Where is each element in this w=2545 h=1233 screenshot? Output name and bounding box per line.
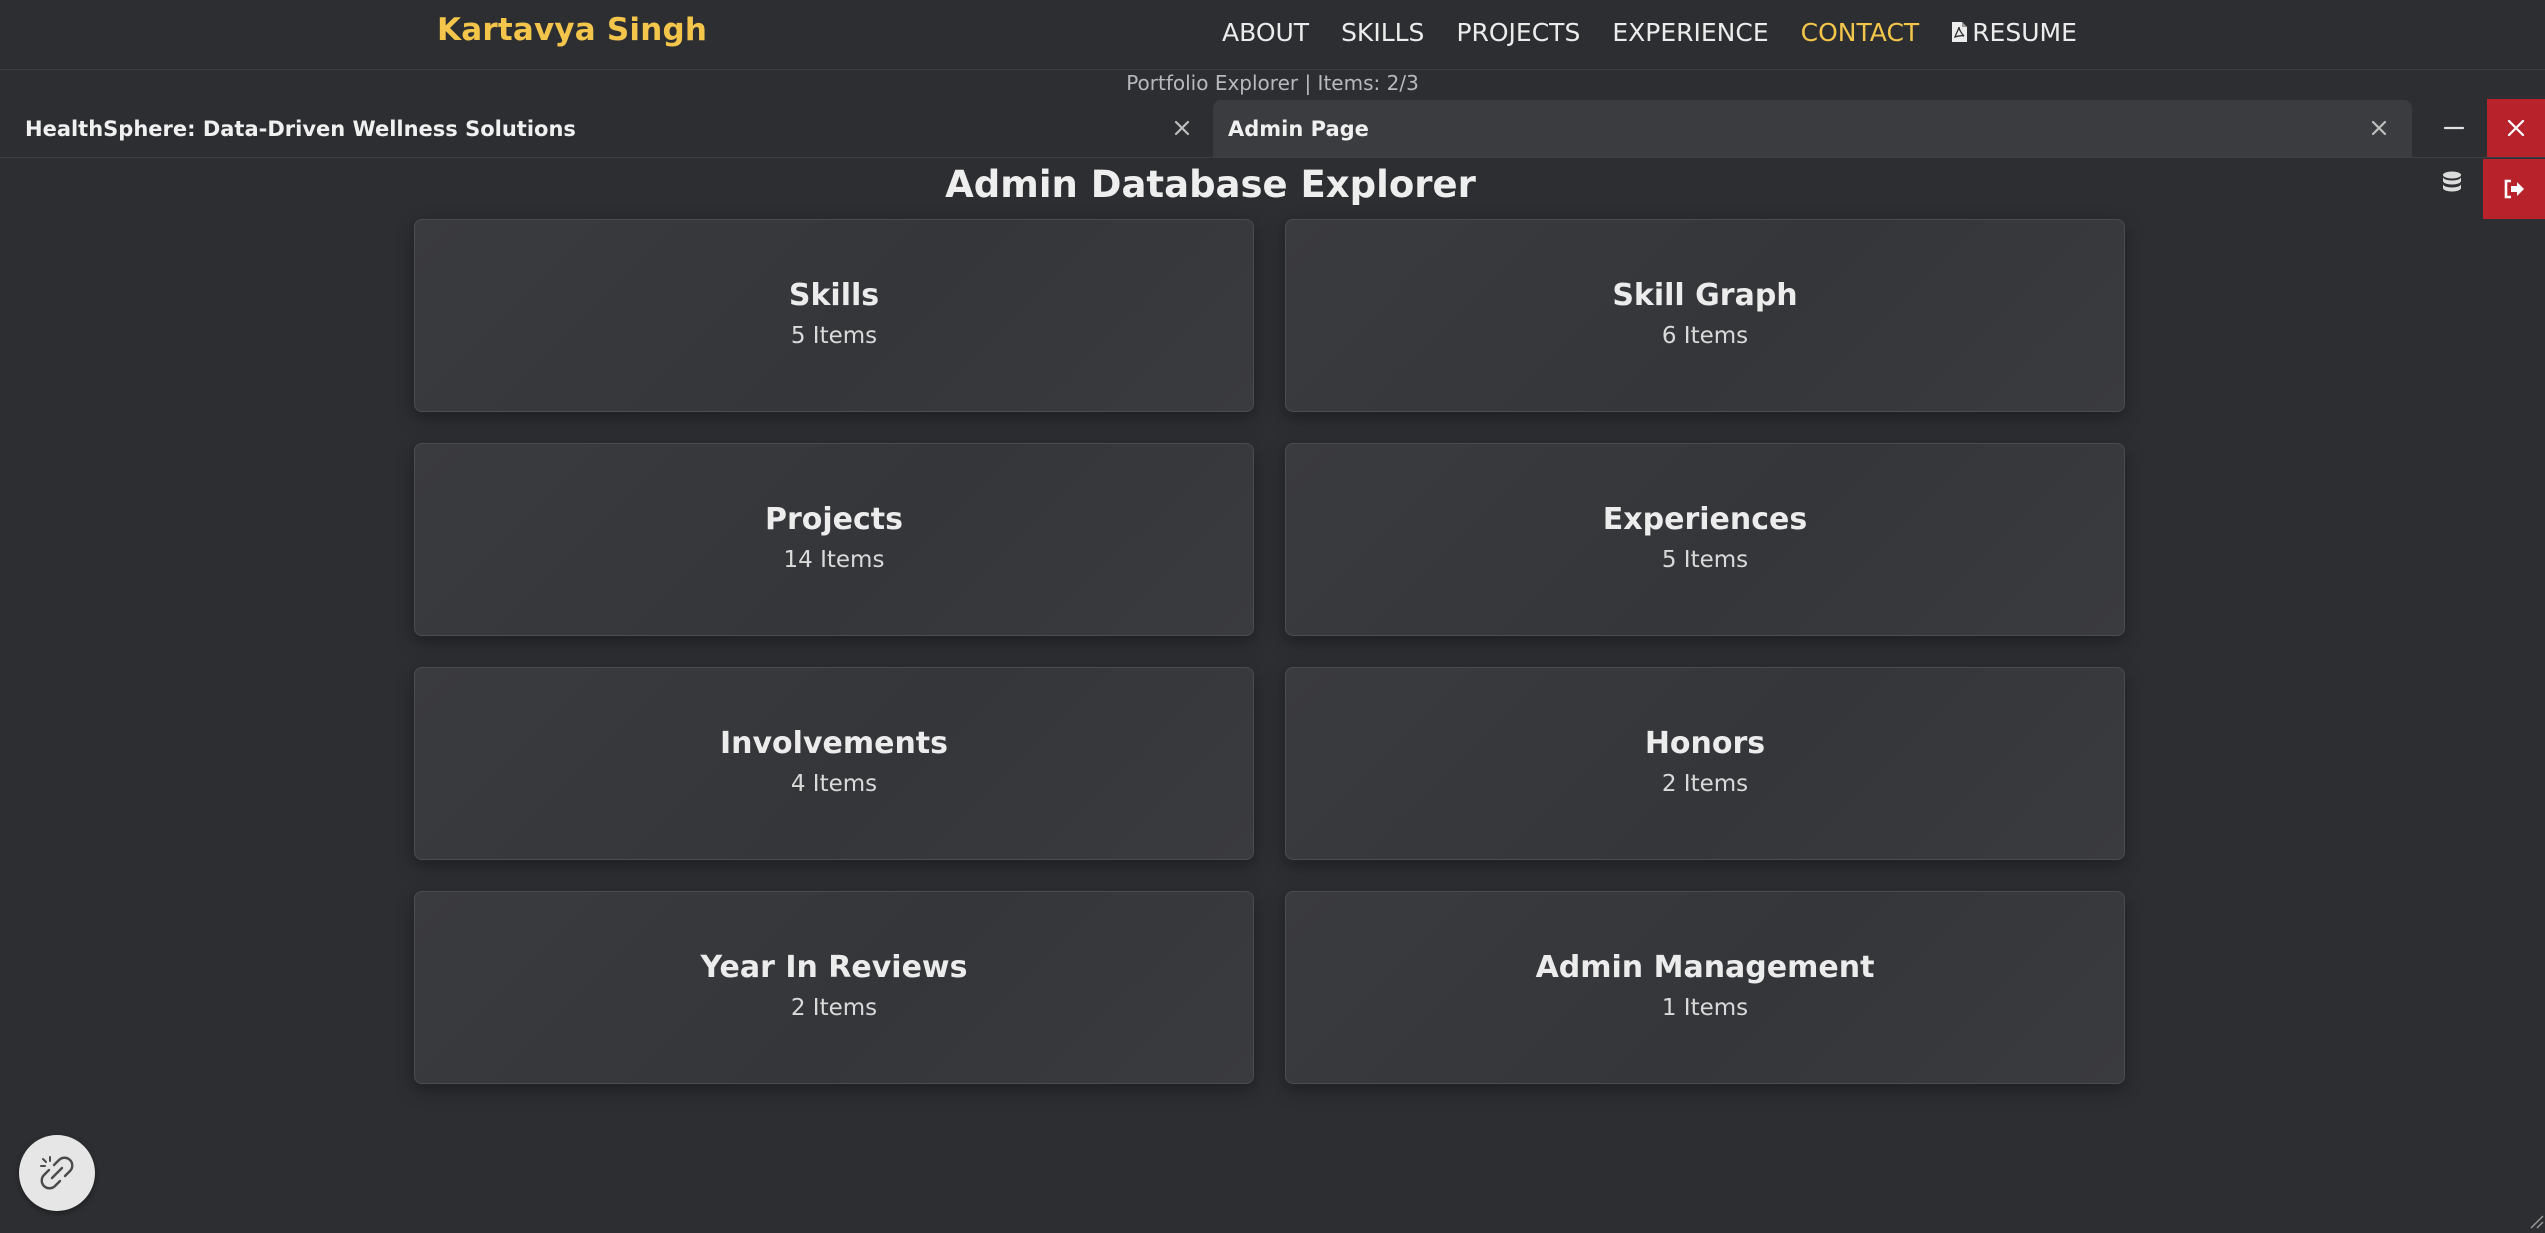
database-button[interactable] [2440, 170, 2464, 198]
nav-link-experience[interactable]: EXPERIENCE [1612, 18, 1768, 49]
card-title: Admin Management [1535, 950, 1875, 985]
card-count: 5 Items [790, 323, 878, 349]
card-experiences[interactable]: Experiences 5 Items [1285, 443, 2125, 636]
card-count: 14 Items [783, 547, 885, 573]
minimize-button[interactable] [2439, 113, 2469, 143]
tab-label: HealthSphere: Data-Driven Wellness Solut… [25, 116, 576, 141]
logout-button[interactable] [2483, 159, 2545, 219]
close-icon[interactable] [1169, 115, 1195, 141]
pdf-file-icon [1951, 20, 1968, 49]
card-count: 2 Items [1661, 771, 1749, 797]
brand-name[interactable]: Kartavya Singh [437, 12, 707, 48]
nav-link-resume-label: RESUME [1972, 18, 2077, 47]
nav-link-resume[interactable]: RESUME [1951, 18, 2077, 49]
card-projects[interactable]: Projects 14 Items [414, 443, 1254, 636]
database-icon [2443, 171, 2461, 192]
sign-out-icon [2504, 179, 2524, 199]
card-count: 4 Items [790, 771, 878, 797]
close-icon[interactable] [2366, 115, 2392, 141]
page-title: Admin Database Explorer [945, 163, 1476, 206]
card-title: Honors [1644, 726, 1766, 761]
card-involvements[interactable]: Involvements 4 Items [414, 667, 1254, 860]
nav-link-skills[interactable]: SKILLS [1341, 18, 1424, 49]
tab-bar: HealthSphere: Data-Driven Wellness Solut… [0, 98, 2545, 158]
collections-grid: Skills 5 Items Skill Graph 6 Items Proje… [414, 219, 2125, 1084]
card-title: Projects [764, 502, 903, 537]
card-title: Skills [788, 278, 880, 313]
card-honors[interactable]: Honors 2 Items [1285, 667, 2125, 860]
nav-link-about[interactable]: ABOUT [1222, 18, 1309, 49]
card-title: Involvements [719, 726, 949, 761]
card-skill-graph[interactable]: Skill Graph 6 Items [1285, 219, 2125, 412]
card-count: 1 Items [1661, 995, 1749, 1021]
card-admin-management[interactable]: Admin Management 1 Items [1285, 891, 2125, 1084]
card-count: 5 Items [1661, 547, 1749, 573]
unlink-icon [40, 1156, 74, 1190]
card-year-in-reviews[interactable]: Year In Reviews 2 Items [414, 891, 1254, 1084]
card-title: Year In Reviews [700, 950, 968, 985]
nav-link-contact[interactable]: CONTACT [1801, 18, 1920, 49]
unlink-button[interactable] [19, 1135, 95, 1211]
tab-admin-page[interactable]: Admin Page [1213, 100, 2412, 157]
card-count: 6 Items [1661, 323, 1749, 349]
card-count: 2 Items [790, 995, 878, 1021]
tab-label: Admin Page [1228, 116, 1369, 141]
status-line: Portfolio Explorer | Items: 2/3 [1126, 71, 1419, 95]
card-title: Experiences [1602, 502, 1808, 537]
tab-healthsphere[interactable]: HealthSphere: Data-Driven Wellness Solut… [0, 100, 1205, 157]
card-skills[interactable]: Skills 5 Items [414, 219, 1254, 412]
close-icon [2507, 119, 2525, 137]
window-close-button[interactable] [2487, 99, 2545, 157]
top-navbar: Kartavya Singh ABOUT SKILLS PROJECTS EXP… [0, 0, 2545, 70]
nav-links: ABOUT SKILLS PROJECTS EXPERIENCE CONTACT… [1222, 18, 2077, 49]
resize-grip-icon[interactable] [2528, 1213, 2544, 1229]
nav-link-projects[interactable]: PROJECTS [1456, 18, 1580, 49]
card-title: Skill Graph [1612, 278, 1798, 313]
